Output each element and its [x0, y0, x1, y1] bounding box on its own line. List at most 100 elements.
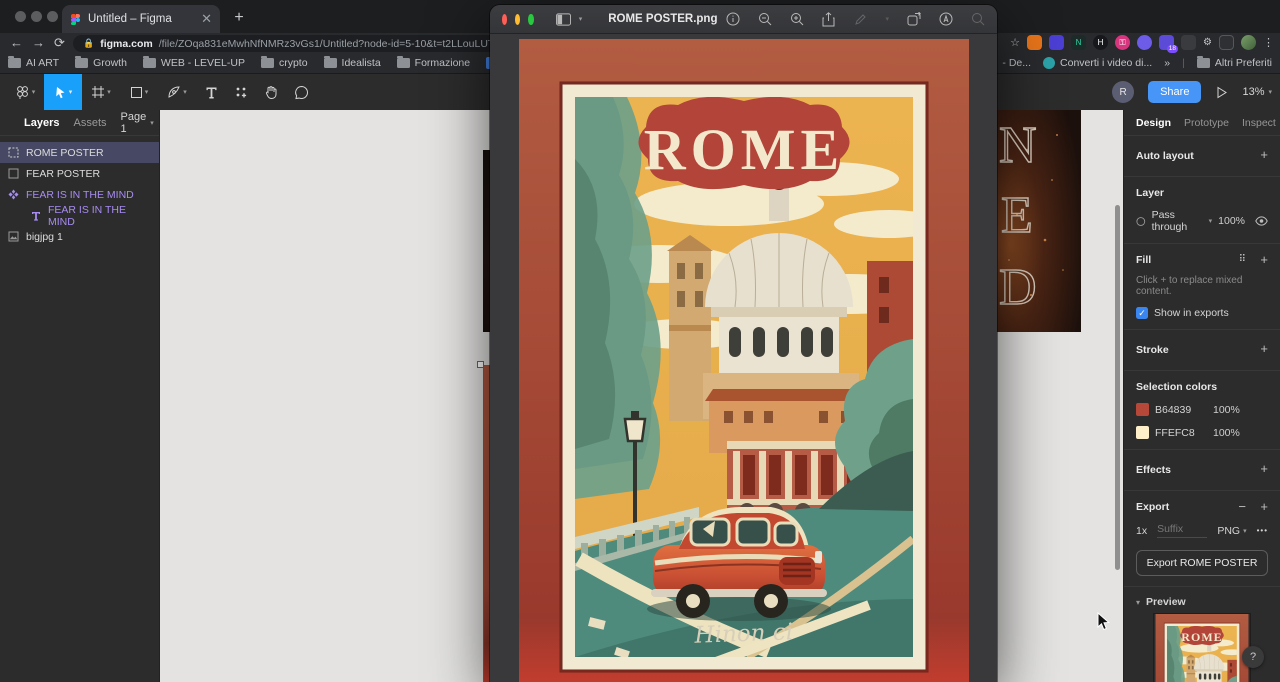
markup-pen-icon[interactable] [853, 12, 868, 27]
add-export-button[interactable]: + [1260, 499, 1268, 514]
search-icon[interactable] [970, 12, 985, 27]
metamask-extension-icon[interactable] [1027, 35, 1042, 50]
text-tool[interactable] [196, 74, 226, 110]
browser-tab[interactable]: Untitled – Figma ✕ [62, 5, 220, 33]
color-opacity[interactable]: 100% [1213, 404, 1240, 416]
bookmark-star-icon[interactable]: ☆ [1010, 36, 1020, 49]
frame-tool[interactable]: ▾ [82, 74, 120, 110]
zoom-level-dropdown[interactable]: 13%▾ [1242, 86, 1272, 98]
layer-row-fear-poster[interactable]: FEAR POSTER [0, 163, 159, 184]
remove-export-button[interactable]: − [1238, 499, 1246, 514]
other-bookmarks-folder[interactable]: Altri Preferiti [1197, 57, 1272, 69]
tab-prototype[interactable]: Prototype [1184, 117, 1229, 129]
pen-tool[interactable]: ▾ [158, 74, 196, 110]
key-extension-icon[interactable]: ⚿ [1115, 35, 1130, 50]
chevron-down-icon[interactable]: ▾ [579, 15, 583, 23]
bookmark-ai-art[interactable]: AI ART [8, 57, 59, 69]
shape-tool[interactable]: ▾ [120, 74, 158, 110]
tab-layers[interactable]: Layers [24, 117, 59, 129]
selection-color-row[interactable]: FFEFC8 100% [1136, 426, 1268, 439]
comment-tool[interactable] [286, 74, 316, 110]
h-extension-icon[interactable]: H [1093, 35, 1108, 50]
show-in-exports-checkbox[interactable]: ✓ [1136, 307, 1148, 319]
zoom-in-icon[interactable] [789, 12, 804, 27]
export-more-icon[interactable]: ••• [1257, 526, 1268, 535]
preview-section-header[interactable]: ▾ Preview [1124, 587, 1280, 612]
export-suffix-input[interactable]: Suffix [1157, 523, 1207, 538]
dark-extension-icon[interactable] [1181, 35, 1196, 50]
sidebar-toggle-icon[interactable] [556, 12, 571, 27]
info-icon[interactable] [725, 12, 740, 27]
layer-row-bigjpg[interactable]: bigjpg 1 [0, 226, 159, 247]
bookmark-crypto[interactable]: crypto [261, 57, 308, 69]
fear-poster-canvas-fragment[interactable]: N E D [997, 110, 1081, 332]
rome-poster-image[interactable] [519, 39, 969, 682]
puzzle-extensions-icon[interactable]: ⚙ [1203, 37, 1212, 48]
fill-styles-icon[interactable]: ⠿ [1239, 254, 1246, 265]
badge-extension-icon[interactable]: 18 [1159, 35, 1174, 50]
preview-close-button[interactable] [502, 14, 507, 25]
add-fill-button[interactable]: + [1260, 252, 1268, 267]
figma-main-menu[interactable]: ▾ [6, 74, 44, 110]
share-icon[interactable] [821, 12, 836, 27]
bookmark-converti[interactable]: Converti i video di... [1043, 57, 1152, 69]
bookmark-formazione[interactable]: Formazione [397, 57, 470, 69]
resources-tool[interactable] [226, 74, 256, 110]
color-hex[interactable]: FFEFC8 [1155, 427, 1207, 439]
present-play-icon[interactable] [1215, 86, 1228, 99]
visibility-eye-icon[interactable] [1255, 216, 1268, 226]
back-icon[interactable]: ← [10, 35, 23, 51]
add-effect-button[interactable]: + [1260, 461, 1268, 476]
browser-menu-icon[interactable]: ⋮ [1263, 36, 1274, 49]
layer-row-rome-poster[interactable]: ROME POSTER [0, 142, 159, 163]
add-stroke-button[interactable]: + [1260, 341, 1268, 356]
color-swatch[interactable] [1136, 403, 1149, 416]
export-rome-poster-button[interactable]: Export ROME POSTER [1136, 550, 1268, 576]
rotate-icon[interactable] [906, 12, 921, 27]
preview-window[interactable]: ▾ ROME POSTER.png ▾ [490, 5, 997, 682]
color-hex[interactable]: B64839 [1155, 404, 1207, 416]
tab-close-icon[interactable]: ✕ [201, 11, 212, 27]
purple-extension-icon[interactable] [1049, 35, 1064, 50]
preview-minimize-button[interactable] [515, 14, 520, 25]
layer-opacity-value[interactable]: 100% [1218, 215, 1245, 227]
blend-mode-dropdown[interactable]: Pass through▾ [1152, 209, 1213, 233]
selection-handle[interactable] [477, 361, 484, 368]
profile-avatar[interactable] [1241, 35, 1256, 50]
notion-extension-icon[interactable]: N [1071, 35, 1086, 50]
tab-inspect[interactable]: Inspect [1242, 117, 1276, 129]
new-tab-button[interactable]: + [228, 8, 250, 30]
export-scale[interactable]: 1x [1136, 525, 1147, 537]
canvas-scrollbar[interactable] [1115, 205, 1120, 570]
bookmark-web-level-up[interactable]: WEB - LEVEL-UP [143, 57, 245, 69]
user-avatar[interactable]: R [1112, 81, 1134, 103]
add-auto-layout-button[interactable]: + [1260, 147, 1268, 162]
markup-toolbar-icon[interactable] [938, 12, 953, 27]
forward-icon[interactable]: → [32, 35, 45, 51]
tab-assets[interactable]: Assets [73, 117, 106, 129]
preview-titlebar[interactable]: ▾ ROME POSTER.png ▾ [490, 5, 997, 34]
page-selector[interactable]: Page 1▾ [121, 111, 154, 135]
tab-design[interactable]: Design [1136, 117, 1171, 129]
preview-zoom-button[interactable] [528, 14, 533, 25]
bookmark-partial[interactable]: - De... [1002, 57, 1031, 69]
reload-icon[interactable]: ⟳ [54, 35, 65, 51]
layer-row-fear-text[interactable]: FEAR IS IN THE MIND [0, 205, 159, 226]
layer-row-fear-component[interactable]: FEAR IS IN THE MIND [0, 184, 159, 205]
color-swatch[interactable] [1136, 426, 1149, 439]
ghost-extension-icon[interactable] [1137, 35, 1152, 50]
selection-color-row[interactable]: B64839 100% [1136, 403, 1268, 416]
sidepanel-icon[interactable] [1219, 35, 1234, 50]
window-zoom-button[interactable] [47, 11, 58, 22]
chevron-down-icon[interactable]: ▾ [885, 15, 889, 23]
move-tool[interactable]: ▾ [44, 74, 82, 110]
bookmark-growth[interactable]: Growth [75, 57, 127, 69]
hand-tool[interactable] [256, 74, 286, 110]
window-minimize-button[interactable] [31, 11, 42, 22]
color-opacity[interactable]: 100% [1213, 427, 1240, 439]
export-format-dropdown[interactable]: PNG▾ [1217, 525, 1246, 537]
bookmark-idealista[interactable]: Idealista [324, 57, 381, 69]
share-button[interactable]: Share [1148, 81, 1201, 103]
help-button[interactable]: ? [1242, 646, 1264, 668]
window-close-button[interactable] [15, 11, 26, 22]
